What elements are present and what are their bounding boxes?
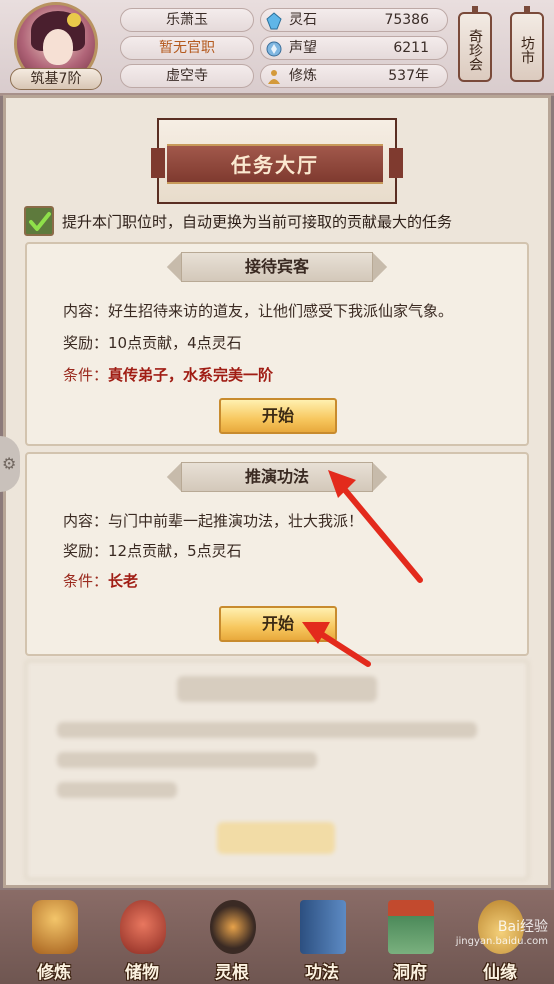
stat-label: 修炼 bbox=[289, 68, 317, 84]
auto-switch-checkbox[interactable] bbox=[24, 206, 54, 236]
player-name: 乐萧玉 bbox=[120, 8, 254, 32]
stat-value: 537年 bbox=[388, 68, 429, 84]
cultivation-icon bbox=[268, 70, 280, 84]
task-condition: 条件：真传弟子，水系完美一阶 bbox=[63, 366, 274, 384]
cave-house-icon bbox=[388, 900, 434, 954]
task-reward: 奖励：12点贡献，5点灵石 bbox=[63, 542, 242, 560]
reputation-icon bbox=[266, 41, 282, 57]
task-card: 接待宾客 内容：好生招待来访的道友，让他们感受下我派仙家气象。 奖励：10点贡献… bbox=[25, 242, 529, 446]
market-button[interactable]: 坊市 bbox=[510, 6, 544, 82]
checkmark-icon bbox=[29, 212, 51, 231]
realm-badge: 筑基7阶 bbox=[10, 68, 102, 90]
stat-cultivation: 修炼 537年 bbox=[260, 64, 448, 88]
task-name: 推演功法 bbox=[244, 467, 309, 486]
task-card-blurred bbox=[25, 660, 529, 880]
auto-switch-option[interactable]: 提升本门职位时，自动更换为当前可接取的贡献最大的任务 bbox=[24, 206, 524, 236]
treasure-shop-button[interactable]: 奇珍会 bbox=[458, 6, 492, 82]
gear-icon: ⚙ bbox=[2, 454, 17, 473]
task-content: 内容：好生招待来访的道友，让他们感受下我派仙家气象。 bbox=[63, 302, 454, 320]
player-avatar[interactable]: 筑基7阶 bbox=[10, 2, 102, 94]
stat-reputation: 声望 6211 bbox=[260, 36, 448, 60]
task-content: 内容：与门中前辈一起推演功法，壮大我派！ bbox=[63, 512, 364, 530]
task-header: 推演功法 bbox=[166, 462, 388, 492]
stat-value: 6211 bbox=[393, 40, 429, 56]
book-icon bbox=[300, 900, 346, 954]
top-header: 筑基7阶 乐萧玉 暂无官职 虚空寺 灵石 75386 声望 6211 修炼 53… bbox=[0, 0, 554, 96]
page-title-banner: 任务大厅 bbox=[151, 118, 403, 204]
watermark: Bai经验 jingyan.baidu.com bbox=[455, 919, 548, 947]
player-sect: 虚空寺 bbox=[120, 64, 254, 88]
page-title: 任务大厅 bbox=[231, 153, 319, 177]
bag-icon bbox=[120, 900, 166, 954]
stat-label: 声望 bbox=[289, 40, 317, 56]
nav-cultivate[interactable]: 修炼 bbox=[14, 896, 94, 983]
stat-spirit-stone: 灵石 75386 bbox=[260, 8, 448, 32]
monk-icon bbox=[32, 900, 78, 954]
task-reward: 奖励：10点贡献，4点灵石 bbox=[63, 334, 242, 352]
task-name: 接待宾客 bbox=[244, 257, 309, 276]
nav-techniques[interactable]: 功法 bbox=[282, 896, 362, 983]
spirit-root-icon bbox=[210, 900, 256, 954]
stat-value: 75386 bbox=[384, 12, 429, 28]
official-rank: 暂无官职 bbox=[120, 36, 254, 60]
nav-cave-house[interactable]: 洞府 bbox=[370, 896, 450, 983]
stat-label: 灵石 bbox=[289, 12, 317, 28]
spirit-stone-icon bbox=[266, 12, 282, 30]
task-header: 接待宾客 bbox=[166, 252, 388, 282]
start-task-button[interactable]: 开始 bbox=[219, 398, 337, 434]
nav-spirit-root[interactable]: 灵根 bbox=[192, 896, 272, 983]
nav-storage[interactable]: 储物 bbox=[102, 896, 182, 983]
task-card: 推演功法 内容：与门中前辈一起推演功法，壮大我派！ 奖励：12点贡献，5点灵石 … bbox=[25, 452, 529, 656]
auto-switch-label: 提升本门职位时，自动更换为当前可接取的贡献最大的任务 bbox=[62, 213, 453, 231]
start-task-button[interactable]: 开始 bbox=[219, 606, 337, 642]
task-condition: 条件：长老 bbox=[63, 572, 139, 590]
